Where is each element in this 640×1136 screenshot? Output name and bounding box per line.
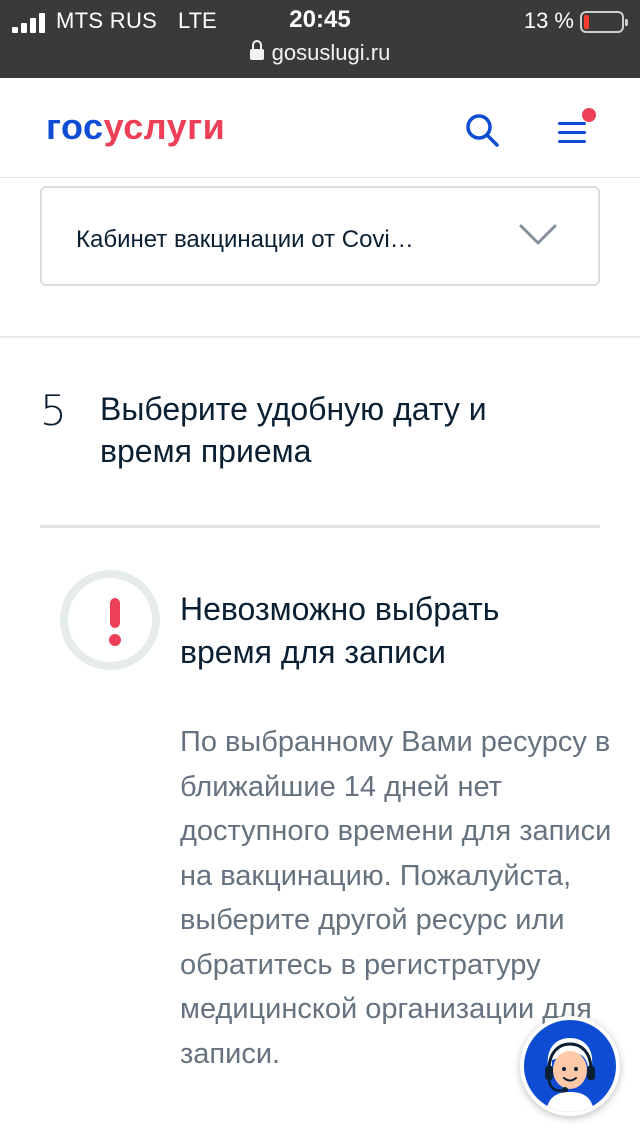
section-divider	[0, 336, 640, 338]
site-header: госуслуги	[0, 78, 640, 178]
support-button[interactable]	[520, 1016, 620, 1116]
vaccination-cabinet-select[interactable]: Кабинет вакцинации от Covi…	[40, 186, 600, 286]
alert-title: Невозможно выбрать время для записи	[180, 591, 500, 670]
support-operator-icon	[545, 1038, 595, 1112]
battery-level	[584, 15, 589, 29]
logo-part-gos: гос	[46, 106, 104, 147]
select-value: Кабинет вакцинации от Covi…	[76, 226, 414, 253]
logo-part-uslugi: услуги	[103, 106, 226, 147]
notification-dot	[582, 108, 596, 122]
search-button[interactable]	[462, 110, 502, 150]
status-row: MTS RUS LTE 20:45 13 %	[0, 6, 640, 36]
menu-button[interactable]	[552, 108, 600, 152]
chevron-down-icon	[519, 224, 557, 245]
address-bar[interactable]: gosuslugi.ru	[0, 40, 640, 66]
battery-icon	[580, 11, 628, 33]
status-bar: MTS RUS LTE 20:45 13 % gosuslugi.ru	[0, 0, 640, 78]
gosuslugi-logo[interactable]: госуслуги	[46, 106, 225, 148]
search-icon	[466, 114, 499, 147]
step-number: 5	[40, 386, 67, 435]
battery-percent: 13 %	[523, 8, 574, 33]
step-divider	[40, 525, 600, 528]
url-text: gosuslugi.ru	[271, 40, 391, 65]
exclamation-icon	[60, 570, 160, 670]
step-title: Выберите удобную дату и время приема	[100, 391, 487, 469]
lock-icon	[249, 40, 264, 61]
